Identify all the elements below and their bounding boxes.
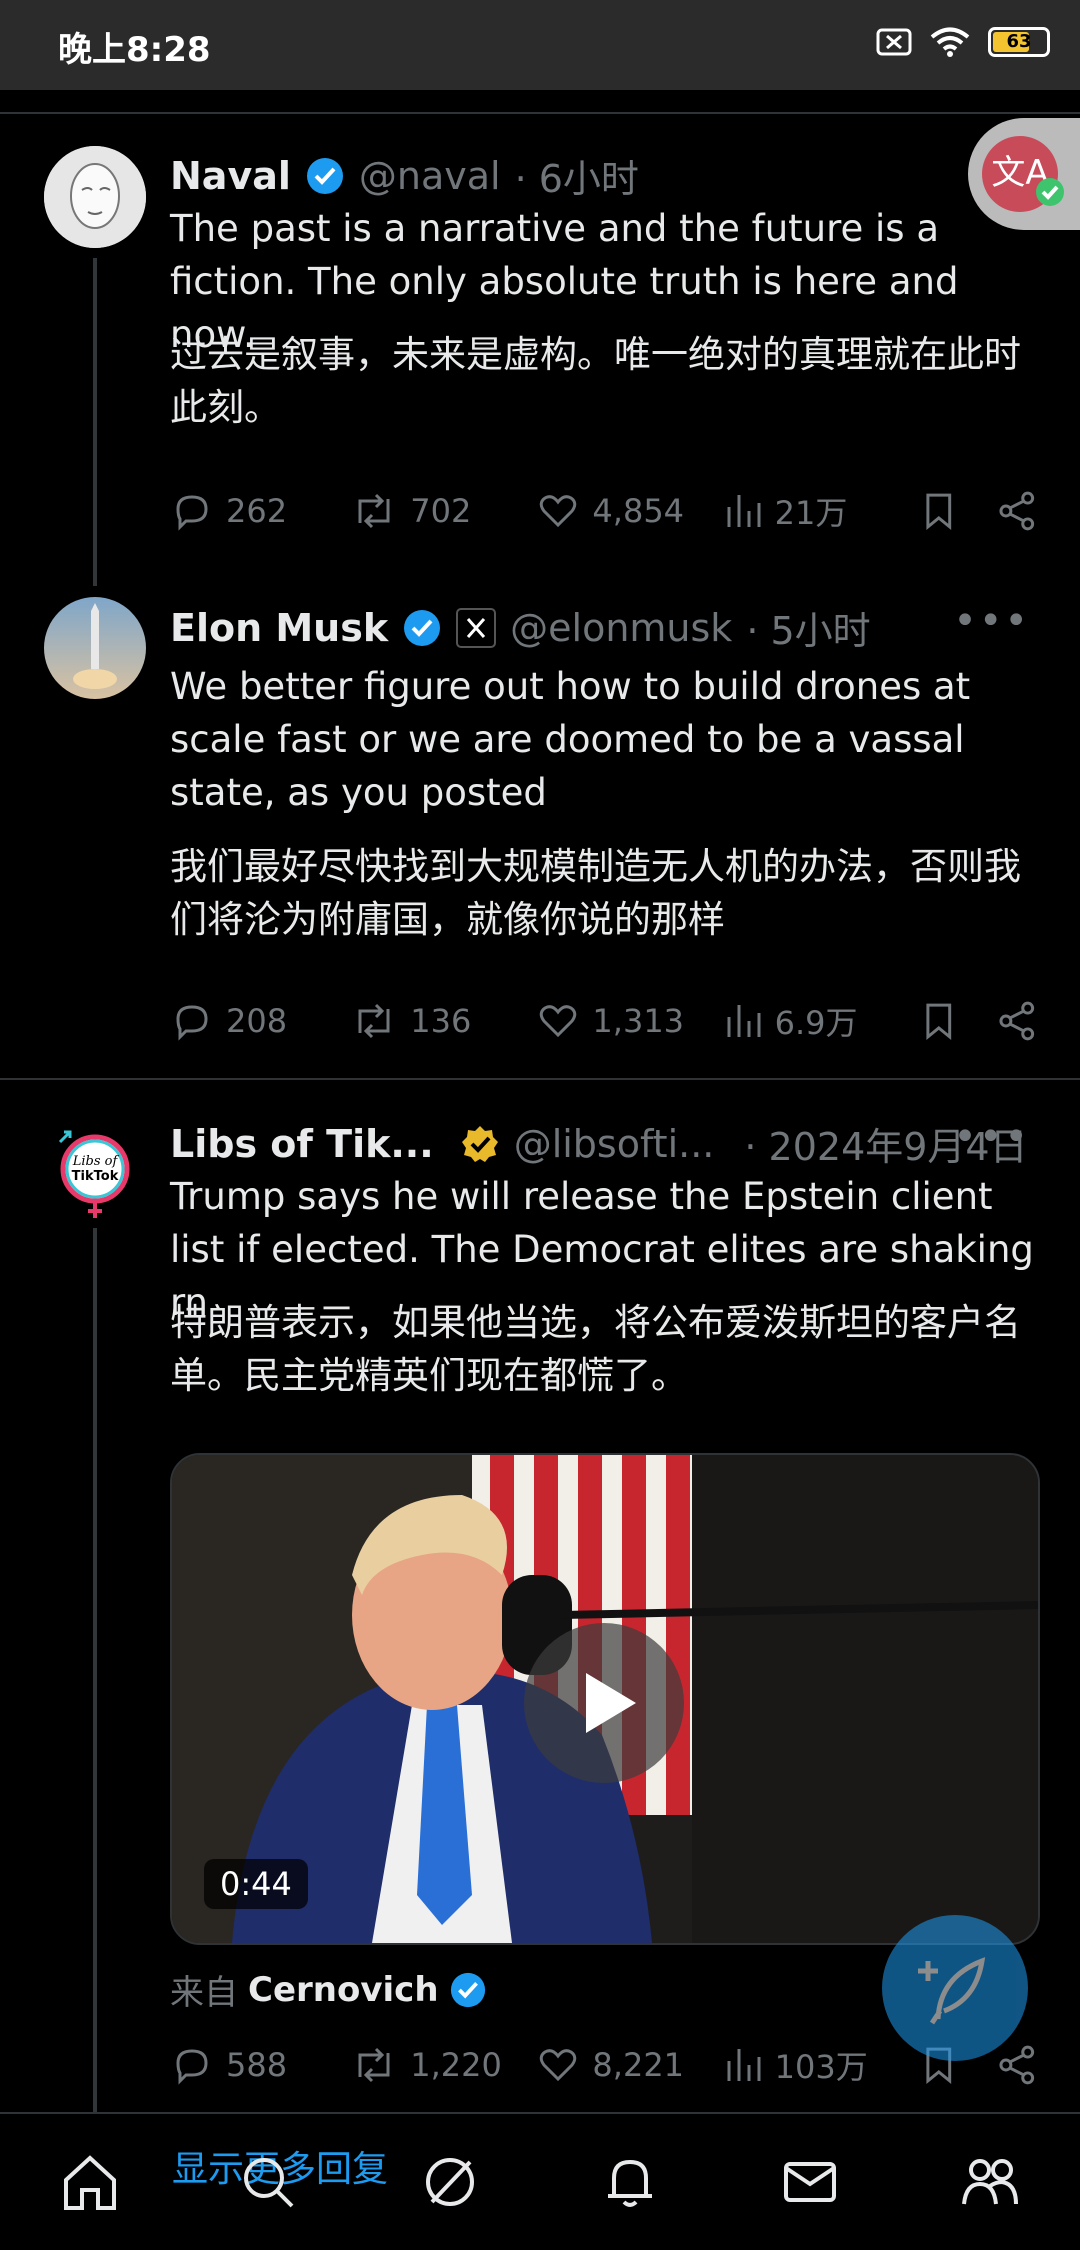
- x-affiliate-icon: [456, 607, 497, 648]
- share-icon[interactable]: [996, 489, 1040, 533]
- like-icon: [540, 2049, 577, 2082]
- like-icon: [540, 1005, 577, 1038]
- like-count: 1,313: [592, 1002, 685, 1040]
- sim-icon: [876, 28, 912, 56]
- views-icon: [727, 2049, 761, 2081]
- play-icon: [586, 1673, 636, 1733]
- timestamp: · 5小时: [746, 609, 871, 653]
- reply-count: 588: [226, 2046, 288, 2084]
- like-button[interactable]: 8,221: [536, 2043, 722, 2087]
- more-options-icon[interactable]: •••: [953, 598, 1030, 644]
- handle[interactable]: @elonmusk: [510, 606, 732, 650]
- retweet-icon: [358, 1003, 390, 1039]
- tweet-actions: 262 702 4,854 21万: [170, 488, 1040, 534]
- status-bar: 晚上8:28 63: [0, 0, 1080, 90]
- like-button[interactable]: 1,313: [536, 999, 722, 1043]
- notifications-icon[interactable]: [598, 2150, 662, 2214]
- reply-count: 208: [226, 1002, 288, 1040]
- from-label: 来自: [170, 1973, 238, 2013]
- avatar[interactable]: [44, 597, 146, 699]
- verified-badge-icon: [404, 609, 441, 646]
- view-count: 103万: [774, 2048, 868, 2086]
- reply-button[interactable]: 208: [170, 999, 350, 1043]
- source-name[interactable]: Cernovich: [248, 1970, 439, 2010]
- views-button[interactable]: 6.9万: [723, 998, 903, 1044]
- source-attribution[interactable]: 来自 Cernovich: [170, 1965, 487, 2014]
- video-player[interactable]: 0:44: [170, 1453, 1040, 1945]
- display-name[interactable]: Libs of Tik...: [170, 1122, 434, 1166]
- tweet-header: Naval @naval · 6小时: [170, 148, 639, 203]
- bottom-nav: [0, 2112, 1080, 2250]
- tweet-translation: 过去是叙事，未来是虚构。唯一绝对的真理就在此时此刻。: [170, 333, 1021, 429]
- bookmark-icon[interactable]: [917, 999, 961, 1043]
- compose-button[interactable]: [882, 1915, 1028, 2061]
- retweet-icon: [358, 2047, 390, 2083]
- retweet-count: 136: [410, 1002, 472, 1040]
- reply-icon: [176, 2049, 208, 2085]
- more-options-icon[interactable]: •••: [953, 1114, 1030, 1160]
- timestamp: · 6小时: [514, 157, 639, 201]
- tweet-header: Libs of Tik... @libsofti... · 2024年9月4日: [170, 1116, 1028, 1171]
- display-name[interactable]: Elon Musk: [170, 606, 388, 650]
- verified-badge-icon: [306, 157, 343, 194]
- home-icon[interactable]: [58, 2150, 122, 2214]
- tweet-translation: 特朗普表示，如果他当选，将公布爱泼斯坦的客户名单。民主党精英们现在都慌了。: [170, 1301, 1021, 1397]
- battery-icon: 63: [988, 27, 1050, 57]
- view-count: 21万: [774, 494, 848, 532]
- compose-icon: [918, 1957, 986, 2025]
- wifi-icon: [930, 27, 970, 57]
- view-count: 6.9万: [774, 1004, 858, 1042]
- views-button[interactable]: 103万: [723, 2042, 903, 2088]
- views-icon: [727, 495, 761, 527]
- status-icons: 63: [876, 26, 1050, 58]
- avatar[interactable]: Libs of TikTok: [44, 1122, 146, 1224]
- play-button[interactable]: [524, 1623, 684, 1783]
- like-icon: [540, 495, 577, 528]
- tweet-actions: 208 136 1,313 6.9万: [170, 998, 1040, 1044]
- retweet-icon: [358, 493, 390, 529]
- reply-icon: [176, 495, 208, 531]
- retweet-button[interactable]: 702: [350, 489, 536, 533]
- reply-button[interactable]: 588: [170, 2043, 350, 2087]
- like-count: 8,221: [592, 2046, 685, 2084]
- bookmark-icon[interactable]: [917, 489, 961, 533]
- search-icon[interactable]: [236, 2150, 300, 2214]
- tweet-text: We better figure out how to build drones…: [170, 665, 971, 814]
- share-icon[interactable]: [996, 999, 1040, 1043]
- status-time: 晚上8:28: [58, 30, 211, 70]
- battery-level: 63: [1006, 31, 1032, 52]
- retweet-count: 702: [410, 492, 472, 530]
- reply-icon: [176, 1005, 208, 1041]
- video-duration: 0:44: [204, 1859, 308, 1909]
- reply-button[interactable]: 262: [170, 489, 350, 533]
- tweet-translation: 我们最好尽快找到大规模制造无人机的办法，否则我们将沦为附庸国，就像你说的那样: [170, 845, 1021, 941]
- communities-icon[interactable]: [958, 2150, 1022, 2214]
- svg-text:TikTok: TikTok: [72, 1169, 119, 1184]
- views-icon: [727, 1005, 761, 1037]
- like-button[interactable]: 4,854: [536, 489, 722, 533]
- thread-line: [93, 1228, 97, 2112]
- messages-icon[interactable]: [778, 2150, 842, 2214]
- top-divider: [0, 112, 1080, 114]
- thread-line: [93, 258, 97, 586]
- views-button[interactable]: 21万: [723, 488, 903, 534]
- retweet-button[interactable]: 1,220: [350, 2043, 536, 2087]
- svg-text:Libs of: Libs of: [72, 1154, 120, 1169]
- retweet-button[interactable]: 136: [350, 999, 536, 1043]
- verified-badge-icon: [450, 1972, 485, 2007]
- handle[interactable]: @libsofti...: [514, 1122, 715, 1166]
- display-name[interactable]: Naval: [170, 154, 291, 198]
- retweet-count: 1,220: [410, 2046, 502, 2084]
- grok-icon[interactable]: [418, 2150, 482, 2214]
- tweet-header: Elon Musk @elonmusk · 5小时: [170, 600, 871, 655]
- verified-gold-badge-icon: [461, 1125, 498, 1162]
- handle[interactable]: @naval: [359, 154, 501, 198]
- like-count: 4,854: [592, 492, 685, 530]
- tweet-divider: [0, 1078, 1080, 1080]
- avatar[interactable]: [44, 146, 146, 248]
- reply-count: 262: [226, 492, 288, 530]
